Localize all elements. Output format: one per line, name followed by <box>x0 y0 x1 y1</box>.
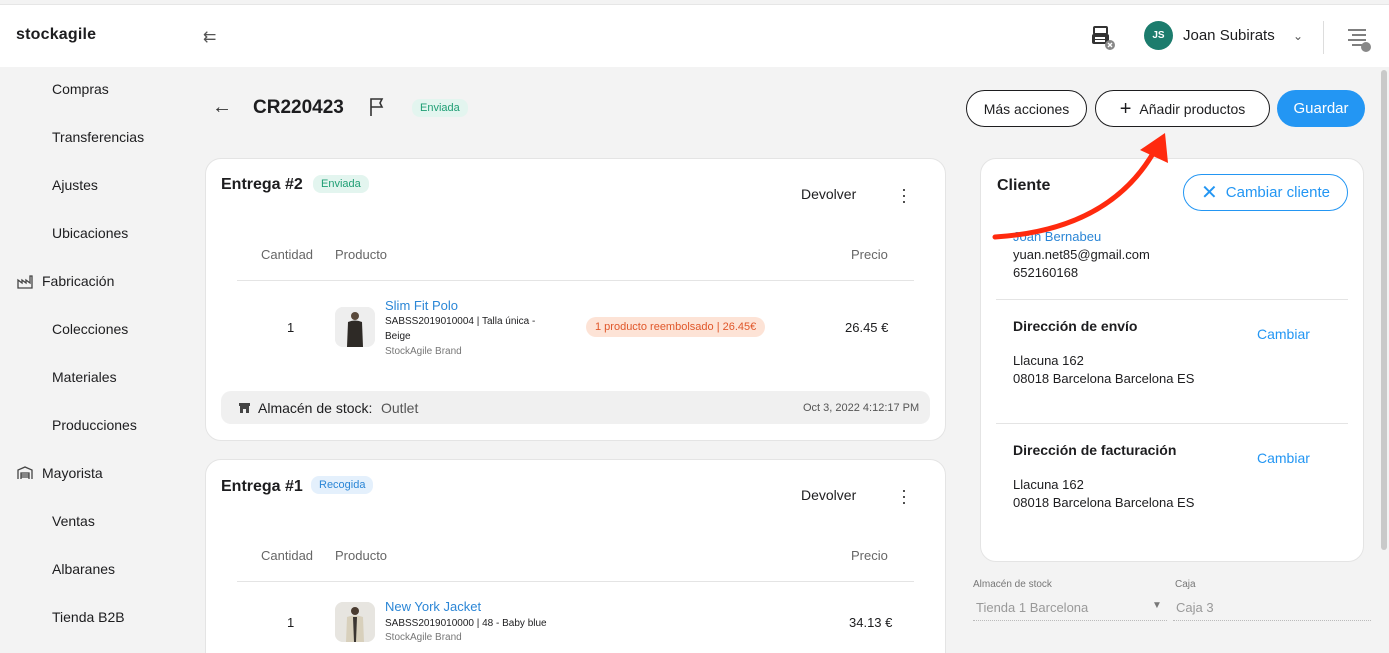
status-badge: Enviada <box>313 175 369 193</box>
change-client-button[interactable]: ✕ Cambiar cliente <box>1183 174 1348 211</box>
shipping-line-2: 08018 Barcelona Barcelona ES <box>1013 371 1195 386</box>
app-logo[interactable]: stockagile <box>16 26 96 44</box>
column-header-qty: Cantidad <box>261 247 314 262</box>
shipping-address-title: Dirección de envío <box>1013 318 1138 334</box>
billing-address-title: Dirección de facturación <box>1013 442 1177 458</box>
more-options-icon[interactable]: · · · <box>901 481 907 511</box>
add-products-button[interactable]: + Añadir productos <box>1095 90 1270 127</box>
change-shipping-link[interactable]: Cambiar <box>1257 326 1310 342</box>
divider <box>237 280 914 281</box>
field-underline <box>1173 620 1371 621</box>
return-button[interactable]: Devolver <box>801 487 856 503</box>
field-underline <box>973 620 1167 621</box>
client-phone: 652160168 <box>1013 265 1079 280</box>
stock-select[interactable]: Tienda 1 Barcelona <box>976 600 1088 615</box>
user-avatar[interactable]: JS <box>1144 21 1173 50</box>
flag-icon[interactable] <box>369 97 387 117</box>
top-bar: stockagile ⇇ JS Joan Subirats ⌄ <box>0 4 1389 67</box>
page-title: CR220423 <box>253 97 344 118</box>
client-email: yuan.net85@gmail.com <box>1013 247 1150 262</box>
product-qty: 1 <box>287 320 295 335</box>
product-thumbnail[interactable] <box>335 602 375 642</box>
stock-field-label: Almacén de stock <box>973 579 1052 590</box>
column-header-qty: Cantidad <box>261 548 314 563</box>
divider <box>996 423 1348 424</box>
chevron-down-icon[interactable]: ⌄ <box>1293 29 1303 43</box>
status-badge: Recogida <box>311 476 374 494</box>
delivery-date: Oct 3, 2022 4:12:17 PM <box>803 402 920 414</box>
status-badge: Enviada <box>412 99 468 117</box>
billing-line-1: Llacuna 162 <box>1013 477 1084 492</box>
delivery-title: Entrega #1 <box>221 478 303 495</box>
product-name-link[interactable]: Slim Fit Polo <box>385 298 458 313</box>
column-header-product: Producto <box>335 548 388 563</box>
plus-icon: + <box>1119 97 1132 120</box>
change-client-label: Cambiar cliente <box>1225 184 1330 201</box>
sidebar-item-transferencias[interactable]: Transferencias <box>52 129 144 145</box>
add-products-label: Añadir productos <box>1139 100 1246 117</box>
user-name[interactable]: Joan Subirats <box>1183 27 1275 44</box>
back-arrow-icon[interactable]: ← <box>212 96 232 119</box>
till-field-label: Caja <box>1175 579 1196 590</box>
client-name-link[interactable]: Joan Bernabeu <box>1013 229 1101 244</box>
printer-icon[interactable] <box>1090 25 1116 51</box>
divider <box>996 299 1348 300</box>
sidebar-item-ventas[interactable]: Ventas <box>52 513 95 529</box>
product-qty: 1 <box>287 615 295 630</box>
stock-value: Outlet <box>381 400 419 416</box>
product-name-link[interactable]: New York Jacket <box>385 599 481 614</box>
more-actions-button[interactable]: Más acciones <box>966 90 1087 127</box>
refund-badge: 1 producto reembolsado | 26.45€ <box>586 317 766 337</box>
change-billing-link[interactable]: Cambiar <box>1257 450 1310 466</box>
column-header-product: Producto <box>335 247 388 262</box>
column-header-price: Precio <box>851 247 888 262</box>
product-sku: SABSS2019010000 | 48 - Baby blue <box>385 618 547 629</box>
sidebar-item-materiales[interactable]: Materiales <box>52 369 117 385</box>
delivery-title: Entrega #2 <box>221 176 303 193</box>
sidebar: Compras Transferencias Ajustes Ubicacion… <box>0 67 185 653</box>
shipping-line-1: Llacuna 162 <box>1013 353 1084 368</box>
sidebar-item-mayorista[interactable]: Mayorista <box>42 465 103 481</box>
more-options-icon[interactable]: · · · <box>901 180 907 210</box>
product-variant: Beige <box>385 331 411 342</box>
sidebar-item-tienda-b2b[interactable]: Tienda B2B <box>52 609 125 625</box>
save-button[interactable]: Guardar <box>1277 90 1365 127</box>
factory-icon <box>17 275 33 289</box>
scrollbar[interactable] <box>1381 70 1387 550</box>
sidebar-item-fabricacion[interactable]: Fabricación <box>42 273 114 289</box>
task-list-icon[interactable] <box>1346 27 1372 53</box>
product-price: 26.45 € <box>845 320 889 335</box>
product-price: 34.13 € <box>849 615 893 630</box>
till-field[interactable]: Caja 3 <box>1176 600 1214 615</box>
product-sku: SABSS2019010004 | Talla única - <box>385 316 536 327</box>
sidebar-item-ajustes[interactable]: Ajustes <box>52 177 98 193</box>
divider <box>1323 21 1324 54</box>
caret-down-icon[interactable]: ▼ <box>1152 600 1162 611</box>
product-thumbnail[interactable] <box>335 307 375 347</box>
column-header-price: Precio <box>851 548 888 563</box>
store-icon <box>239 403 250 413</box>
sidebar-item-compras[interactable]: Compras <box>52 81 109 97</box>
return-button[interactable]: Devolver <box>801 186 856 202</box>
divider <box>237 581 914 582</box>
product-brand: StockAgile Brand <box>385 346 462 357</box>
client-title: Cliente <box>997 177 1051 194</box>
close-icon: ✕ <box>1201 181 1218 204</box>
stock-label: Almacén de stock: <box>258 400 373 416</box>
product-brand: StockAgile Brand <box>385 632 462 643</box>
sidebar-item-colecciones[interactable]: Colecciones <box>52 321 128 337</box>
sidebar-item-ubicaciones[interactable]: Ubicaciones <box>52 225 128 241</box>
sidebar-item-albaranes[interactable]: Albaranes <box>52 561 115 577</box>
warehouse-icon <box>17 466 33 479</box>
collapse-sidebar-icon[interactable]: ⇇ <box>203 27 216 47</box>
billing-line-2: 08018 Barcelona Barcelona ES <box>1013 495 1195 510</box>
sidebar-item-producciones[interactable]: Producciones <box>52 417 137 433</box>
